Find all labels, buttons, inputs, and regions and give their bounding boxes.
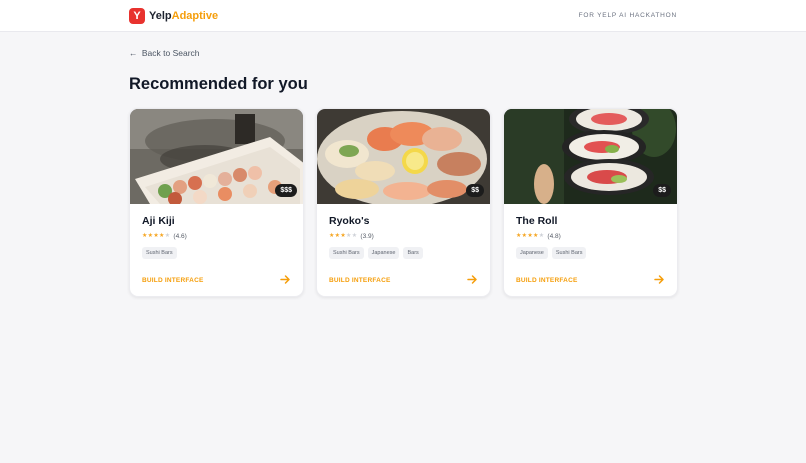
brand-name-part1: Yelp (149, 10, 172, 22)
restaurant-photo: $$ (317, 109, 490, 204)
category-tag: Japanese (367, 247, 400, 259)
category-tags: Japanese Sushi Bars (516, 247, 587, 259)
back-to-search-link[interactable]: ← Back to Search (129, 48, 200, 59)
arrow-left-icon: ← (129, 48, 138, 58)
price-badge: $$ (653, 184, 671, 197)
rating-value: (4.8) (547, 233, 561, 240)
build-interface-button[interactable]: BUILD INTERFACE (329, 276, 391, 285)
hackathon-label: FOR YELP AI HACKATHON (578, 12, 677, 19)
arrow-right-icon[interactable] (280, 274, 291, 285)
restaurant-photo: $$$ (130, 109, 303, 204)
brand-name[interactable]: YelpAdaptive (149, 9, 218, 23)
category-tag: Bars (403, 247, 423, 259)
restaurant-photo: $$ (504, 109, 677, 204)
restaurant-card[interactable]: $$ The Roll ★★★★★ (4.8) Japanese Sushi B… (503, 108, 678, 297)
category-tags: Sushi Bars Japanese Bars (329, 247, 423, 259)
category-tag: Sushi Bars (551, 247, 587, 259)
top-navbar: Y YelpAdaptive FOR YELP AI HACKATHON (0, 0, 806, 32)
rating-row: ★★★★★ (4.8) (516, 232, 561, 241)
arrow-right-icon[interactable] (654, 274, 665, 285)
star-rating-icon: ★★★★★ (142, 233, 171, 239)
category-tags: Sushi Bars (142, 247, 177, 259)
restaurant-name: The Roll (516, 215, 558, 227)
yelp-logo-icon[interactable]: Y (129, 8, 145, 24)
build-interface-button[interactable]: BUILD INTERFACE (516, 276, 578, 285)
back-link-label: Back to Search (141, 48, 200, 58)
build-interface-button[interactable]: BUILD INTERFACE (142, 276, 204, 285)
category-tag: Japanese (516, 247, 548, 259)
price-badge: $$$ (275, 184, 297, 197)
star-rating-icon: ★★★★★ (516, 233, 545, 239)
star-rating-icon: ★★★★★ (329, 233, 358, 239)
rating-row: ★★★★★ (3.9) (329, 232, 374, 241)
rating-row: ★★★★★ (4.6) (142, 232, 187, 241)
price-badge: $$ (466, 184, 484, 197)
rating-value: (4.6) (173, 233, 187, 240)
rating-value: (3.9) (360, 233, 374, 240)
page-title: Recommended for you (129, 75, 308, 93)
arrow-right-icon[interactable] (467, 274, 478, 285)
restaurant-name: Ryoko's (329, 215, 370, 227)
restaurant-card[interactable]: $$ Ryoko's ★★★★★ (3.9) Sushi Bars Japane… (316, 108, 491, 297)
category-tag: Sushi Bars (142, 247, 177, 259)
category-tag: Sushi Bars (329, 247, 364, 259)
restaurant-name: Aji Kiji (142, 215, 175, 227)
restaurant-card[interactable]: $$$ Aji Kiji ★★★★★ (4.6) Sushi Bars BUIL… (129, 108, 304, 297)
brand-name-part2: Adaptive (171, 10, 219, 22)
